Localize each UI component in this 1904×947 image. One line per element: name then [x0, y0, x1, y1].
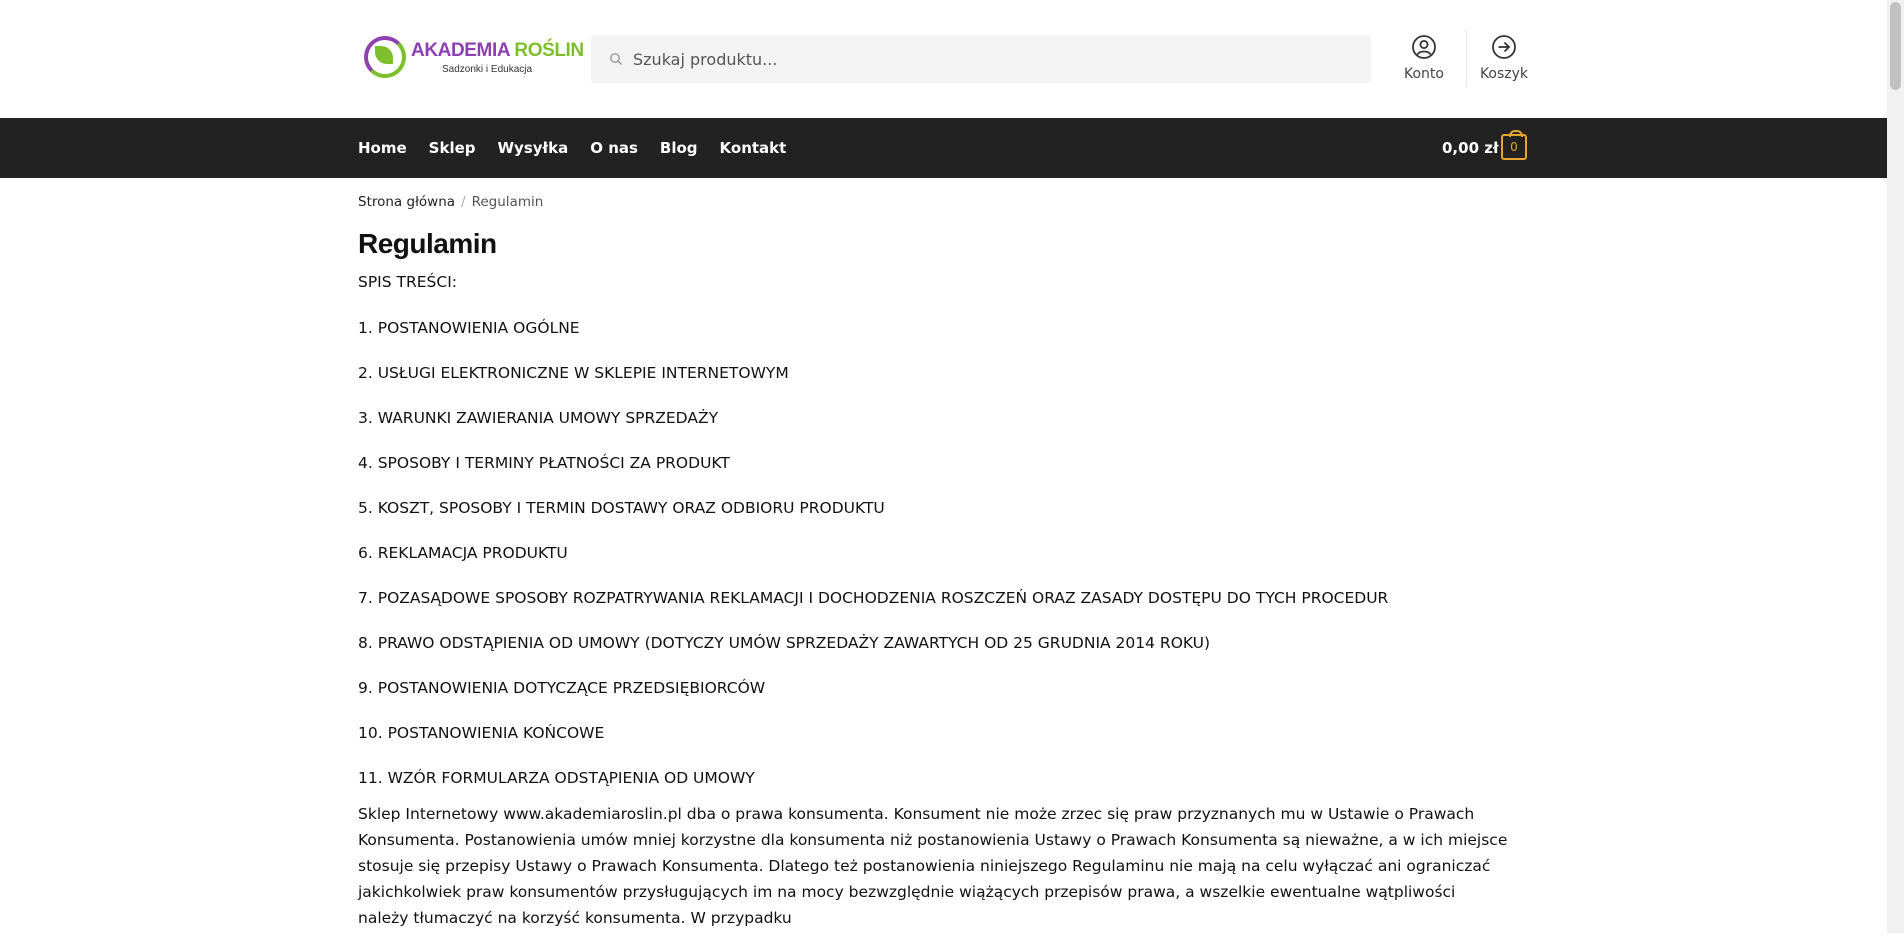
nav-item-kontakt[interactable]: Kontakt [720, 118, 787, 178]
logo-brand-part2: ROŚLIN [514, 40, 584, 61]
search-icon [610, 53, 622, 65]
logo-brand-part1: AKADEMIA [411, 40, 510, 61]
page-title: Regulamin [358, 228, 497, 259]
nav-item-home[interactable]: Home [358, 118, 407, 178]
breadcrumb-separator: / [461, 194, 466, 210]
site-logo[interactable]: AKADEMIA ROŚLIN Sadzonki i Edukacja [364, 34, 584, 82]
search-input[interactable] [633, 35, 1353, 83]
scrollbar-thumb[interactable] [1890, 2, 1901, 90]
toc-item: 9. POSTANOWIENIA DOTYCZĄCE PRZEDSIĘBIORC… [358, 679, 766, 697]
table-of-contents: SPIS TREŚCI: 1. POSTANOWIENIA OGÓLNE 2. … [358, 272, 1508, 801]
cart-total[interactable]: 0,00 zł [1442, 118, 1499, 178]
search-bar [591, 35, 1371, 83]
cart-count-badge[interactable]: 0 [1501, 130, 1527, 160]
toc-heading: SPIS TREŚCI: [358, 273, 458, 291]
toc-item: 5. KOSZT, SPOSOBY I TERMIN DOSTAWY ORAZ … [358, 499, 885, 517]
arrow-right-circle-icon [1492, 35, 1516, 59]
toc-item: 8. PRAWO ODSTĄPIENIA OD UMOWY (DOTYCZY U… [358, 634, 1211, 652]
toc-item: 6. REKLAMACJA PRODUKTU [358, 544, 568, 562]
account-label: Konto [1404, 66, 1444, 82]
nav-menu: Home Sklep Wysyłka O nas Blog Kontakt [358, 118, 808, 178]
toc-item: 1. POSTANOWIENIA OGÓLNE [358, 319, 580, 337]
toc-item: 4. SPOSOBY I TERMINY PŁATNOŚCI ZA PRODUK… [358, 454, 730, 472]
main-navigation: Home Sklep Wysyłka O nas Blog Kontakt 0,… [0, 118, 1887, 178]
toc-item: 7. POZASĄDOWE SPOSOBY ROZPATRYWANIA REKL… [358, 589, 1389, 607]
breadcrumb: Strona główna / Regulamin [358, 194, 1508, 210]
nav-item-wysylka[interactable]: Wysyłka [498, 118, 569, 178]
breadcrumb-home[interactable]: Strona główna [358, 194, 455, 210]
breadcrumb-current: Regulamin [471, 194, 544, 210]
intro-paragraph: Sklep Internetowy www.akademiaroslin.pl … [358, 805, 1508, 927]
page-content: Strona główna / Regulamin Regulamin SPIS T… [358, 178, 1508, 947]
logo-brand: AKADEMIA ROŚLIN [411, 40, 584, 62]
cart-label: Koszyk [1479, 66, 1529, 82]
page-scrollbar[interactable] [1887, 0, 1904, 933]
nav-item-sklep[interactable]: Sklep [429, 118, 476, 178]
site-header: AKADEMIA ROŚLIN Sadzonki i Edukacja Kont… [0, 0, 1904, 118]
cart-link[interactable]: Koszyk [1464, 34, 1544, 82]
toc-item: 2. USŁUGI ELEKTRONICZNE W SKLEPIE INTERN… [358, 364, 789, 382]
toc-item: 3. WARUNKI ZAWIERANIA UMOWY SPRZEDAŻY [358, 409, 719, 427]
toc-item: 11. WZÓR FORMULARZA ODSTĄPIENIA OD UMOWY [358, 769, 755, 787]
logo-tagline: Sadzonki i Edukacja [442, 64, 533, 75]
account-link[interactable]: Konto [1384, 34, 1464, 82]
toc-item: 10. POSTANOWIENIA KOŃCOWE [358, 724, 605, 742]
nav-item-o-nas[interactable]: O nas [590, 118, 638, 178]
account-icon [1412, 35, 1436, 59]
nav-item-blog[interactable]: Blog [660, 118, 698, 178]
